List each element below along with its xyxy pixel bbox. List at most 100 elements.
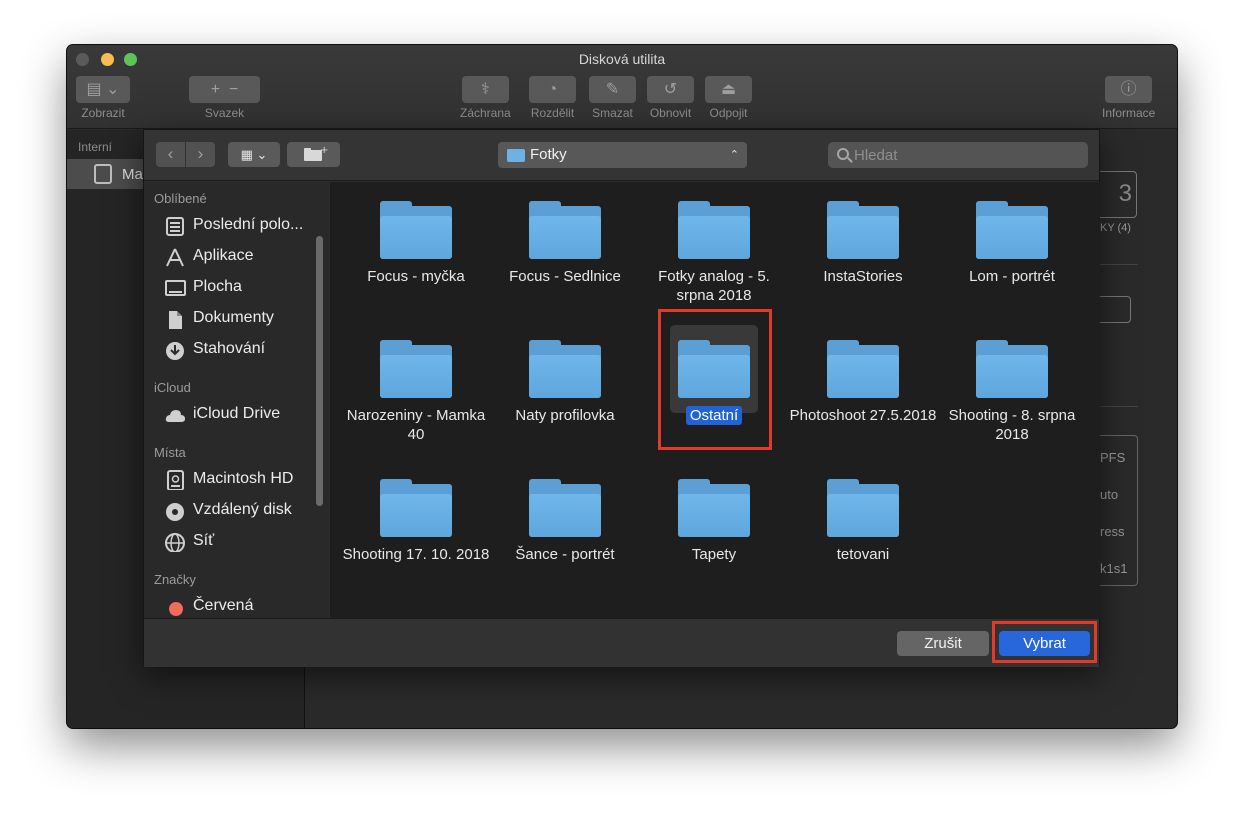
folder-item[interactable]: Šance - portrét <box>491 464 639 564</box>
sidebar-item-macintosh-hd[interactable]: Macintosh HD <box>154 468 314 492</box>
sidebar-item-remote-disc[interactable]: Vzdálený disk <box>154 499 314 523</box>
chevron-updown-icon: ⌃ <box>729 149 739 161</box>
toolbar-odpojit[interactable]: ⏏ Odpojit <box>705 76 752 120</box>
chevron-left-icon: ‹ <box>167 144 174 163</box>
toolbar-zobrazit-label: Zobrazit <box>81 106 125 120</box>
folder-item[interactable]: InstaStories <box>789 186 937 286</box>
folder-icon <box>529 201 601 259</box>
sidebar-section-favorites: Oblíbené <box>154 191 207 206</box>
folder-item[interactable]: Shooting - 8. srpna 2018 <box>938 325 1086 444</box>
toolbar-informace[interactable]: ⓘ Informace <box>1102 76 1155 120</box>
location-popup-label: Fotky <box>530 146 567 163</box>
toolbar-rozdelit[interactable]: ◔ Rozdělit <box>529 76 576 120</box>
search-input[interactable] <box>854 142 1074 168</box>
folder-name: Shooting - 8. srpna 2018 <box>948 407 1076 443</box>
erase-icon[interactable]: ✎ <box>589 76 636 103</box>
folder-icon-container <box>521 186 609 274</box>
sidebar-item-recents[interactable]: Poslední polo... <box>154 214 314 238</box>
folder-icon-container <box>819 325 907 413</box>
toolbar-rozdelit-label: Rozdělit <box>530 106 575 120</box>
folder-item[interactable]: Tapety <box>640 464 788 564</box>
open-dialog-sheet: ‹ › ▦ ⌄ + Fotky ⌃ Oblíbené Poslední polo… <box>143 129 1100 667</box>
folder-icon <box>976 201 1048 259</box>
cancel-button[interactable]: Zrušit <box>897 631 989 656</box>
location-popup[interactable]: Fotky ⌃ <box>498 142 747 168</box>
folder-item[interactable]: Lom - portrét <box>938 186 1086 286</box>
sidebar-scrollbar[interactable] <box>316 236 323 506</box>
folder-item[interactable]: Shooting 17. 10. 2018 <box>342 464 490 564</box>
toolbar-svazek-label: Svazek <box>204 106 245 120</box>
first-aid-icon[interactable]: ⚕ <box>461 76 509 103</box>
toolbar-smazat[interactable]: ✎ Smazat <box>589 76 636 120</box>
folder-item[interactable]: Naty profilovka <box>491 325 639 425</box>
new-folder-button[interactable]: + <box>287 142 340 167</box>
toolbar-smazat-label: Smazat <box>592 106 633 120</box>
sidebar-section-icloud: iCloud <box>154 380 191 395</box>
folder-icon-container <box>372 325 460 413</box>
folder-item[interactable]: Focus - myčka <box>342 186 490 286</box>
sidebar-section-interni: Interní <box>78 140 113 154</box>
info-table-cell: uto <box>1100 487 1119 502</box>
sidebar-item-downloads[interactable]: Stahování <box>154 338 314 362</box>
folder-icon <box>827 479 899 537</box>
view-mode-button[interactable]: ▦ ⌄ <box>228 142 280 167</box>
folder-icon <box>380 201 452 259</box>
folder-name: Focus - myčka <box>367 268 465 285</box>
folder-name: tetovani <box>836 546 890 563</box>
sidebar-item-label: Dokumenty <box>193 309 274 326</box>
partition-icon[interactable]: ◔ <box>529 76 576 103</box>
folder-icon-container <box>372 186 460 274</box>
folder-name: Naty profilovka <box>515 407 615 424</box>
folder-item[interactable]: tetovani <box>789 464 937 564</box>
folder-icon-container <box>968 186 1056 274</box>
red-tag-icon <box>169 602 183 616</box>
sidebar-item-red-tag[interactable]: Červená <box>154 595 314 618</box>
right-panel-button[interactable] <box>1096 296 1131 323</box>
unmount-icon[interactable]: ⏏ <box>705 76 752 103</box>
folder-name: Šance - portrét <box>515 546 615 563</box>
cloud-icon <box>165 410 185 422</box>
sidebar-section-tags: Značky <box>154 572 196 587</box>
folder-name: Focus - Sedlnice <box>509 268 621 285</box>
folder-name: Fotky analog - 5. srpna 2018 <box>658 268 770 304</box>
folder-icon <box>976 340 1048 398</box>
sidebar-item-applications[interactable]: Aplikace <box>154 245 314 269</box>
sidebar-item-network[interactable]: Síť <box>154 530 314 554</box>
sidebar-item-documents[interactable]: Dokumenty <box>154 307 314 331</box>
folder-icon-container <box>819 464 907 552</box>
window-title: Disková utilita <box>578 51 666 67</box>
folder-icon <box>678 479 750 537</box>
folder-item[interactable]: Focus - Sedlnice <box>491 186 639 286</box>
sidebar-item-label: Aplikace <box>193 247 254 264</box>
folder-item[interactable]: Photoshoot 27.5.2018 <box>789 325 937 425</box>
desktop-icon <box>165 280 186 296</box>
toolbar-zachrana-label: Záchrana <box>460 106 511 120</box>
sidebar-item-label: Červená <box>193 597 254 614</box>
folder-icon-container <box>521 325 609 413</box>
applications-icon <box>166 248 184 267</box>
toolbar-svazek[interactable]: + − Svazek <box>189 76 260 120</box>
toolbar-obnovit[interactable]: ↺ Obnovit <box>647 76 694 120</box>
volume-caption: KY (4) <box>1100 222 1131 234</box>
forward-button[interactable]: › <box>186 142 215 167</box>
folder-icon <box>380 340 452 398</box>
sidebar-view-icon[interactable]: ▤ ⌄ <box>76 76 130 103</box>
new-folder-icon: + <box>304 145 328 161</box>
search-field[interactable] <box>828 142 1088 168</box>
folder-item[interactable]: Fotky analog - 5. srpna 2018 <box>640 186 788 305</box>
add-remove-volume-icon[interactable]: + − <box>189 76 260 103</box>
highlight-choose-button <box>992 621 1097 663</box>
restore-icon[interactable]: ↺ <box>647 76 694 103</box>
sidebar-item-label: Vzdálený disk <box>193 501 292 518</box>
chevron-right-icon: › <box>197 144 204 163</box>
sidebar-item-desktop[interactable]: Plocha <box>154 276 314 300</box>
window-titlebar: Disková utilita ▤ ⌄ Zobrazit + − Svazek … <box>67 45 1177 129</box>
highlight-selected-folder <box>658 309 772 450</box>
folder-item[interactable]: Narozeniny - Mamka 40 <box>342 325 490 444</box>
toolbar-zobrazit[interactable]: ▤ ⌄ Zobrazit <box>76 76 130 120</box>
back-button[interactable]: ‹ <box>156 142 185 167</box>
info-icon[interactable]: ⓘ <box>1105 76 1153 103</box>
toolbar-zachrana[interactable]: ⚕ Záchrana <box>460 76 511 120</box>
sidebar-item-label: Macintosh HD <box>193 470 294 487</box>
sidebar-item-icloud-drive[interactable]: iCloud Drive <box>154 403 314 427</box>
